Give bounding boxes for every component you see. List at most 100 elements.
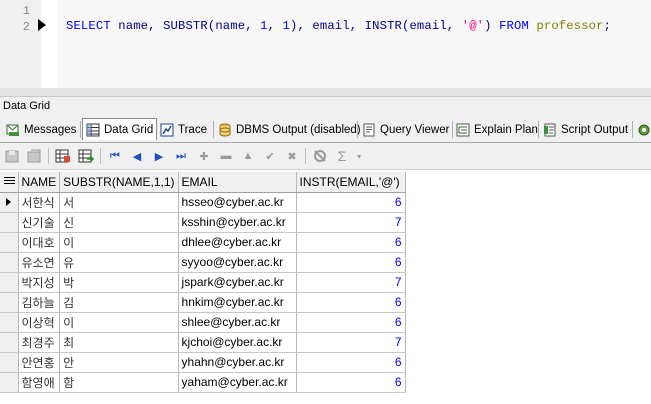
table-row[interactable]: 신기술 신 ksshin@cyber.ac.kr 7 bbox=[0, 212, 406, 233]
overflow-tab-icon[interactable] bbox=[637, 123, 651, 137]
cell-name[interactable]: 함영애 bbox=[18, 372, 61, 393]
cell-email[interactable]: hsseo@cyber.ac.kr bbox=[178, 192, 297, 213]
edit-record-button[interactable]: ▲ bbox=[240, 148, 256, 164]
cell-instr[interactable]: 6 bbox=[296, 192, 406, 213]
row-indicator[interactable] bbox=[0, 332, 19, 353]
row-indicator[interactable] bbox=[0, 272, 19, 293]
sql-token: , bbox=[148, 19, 164, 33]
cell-instr[interactable]: 6 bbox=[296, 252, 406, 273]
cell-email[interactable]: dhlee@cyber.ac.kr bbox=[178, 232, 297, 253]
chevron-down-icon[interactable]: ▾ bbox=[351, 148, 367, 164]
cancel-edit-button[interactable]: ✖ bbox=[284, 148, 300, 164]
code-area[interactable] bbox=[58, 0, 651, 88]
row-indicator[interactable] bbox=[0, 292, 19, 313]
row-indicator[interactable] bbox=[0, 252, 19, 273]
cell-name[interactable]: 김하늘 bbox=[18, 292, 61, 313]
import-grid-icon[interactable] bbox=[78, 148, 94, 164]
cell-name[interactable]: 최경주 bbox=[18, 332, 61, 353]
table-row[interactable]: 김하늘 김 hnkim@cyber.ac.kr 6 bbox=[0, 292, 406, 313]
cell-instr[interactable]: 6 bbox=[296, 352, 406, 373]
grid-menu-icon[interactable] bbox=[0, 172, 19, 193]
tab-query-viewer[interactable]: Query Viewer bbox=[362, 120, 449, 140]
table-row[interactable]: 함영애 함 yaham@cyber.ac.kr 6 bbox=[0, 372, 406, 393]
prev-record-button[interactable]: ◀ bbox=[129, 148, 145, 164]
data-grid[interactable]: NAME SUBSTR(NAME,1,1) EMAIL INSTR(EMAIL,… bbox=[0, 170, 651, 404]
tab-dbms-output[interactable]: DBMS Output (disabled) bbox=[218, 120, 361, 140]
table-row[interactable]: 유소연 유 syyoo@cyber.ac.kr 6 bbox=[0, 252, 406, 273]
cell-substr[interactable]: 신 bbox=[59, 212, 179, 233]
cell-email[interactable]: yhahn@cyber.ac.kr bbox=[178, 352, 297, 373]
save-icon[interactable] bbox=[4, 148, 20, 164]
tab-explain-plan[interactable]: Explain Plan bbox=[456, 120, 538, 140]
tab-data-grid[interactable]: Data Grid bbox=[82, 118, 158, 140]
column-header-instr[interactable]: INSTR(EMAIL,'@') bbox=[296, 172, 406, 193]
insert-record-button[interactable]: ✚ bbox=[196, 148, 212, 164]
column-header-substr[interactable]: SUBSTR(NAME,1,1) bbox=[59, 172, 179, 193]
line-number-gutter: 1 2 bbox=[0, 0, 41, 88]
cell-instr[interactable]: 6 bbox=[296, 232, 406, 253]
cell-substr[interactable]: 함 bbox=[59, 372, 179, 393]
tab-label: Query Viewer bbox=[380, 124, 450, 136]
table-row[interactable]: 박지성 박 jspark@cyber.ac.kr 7 bbox=[0, 272, 406, 293]
cell-instr[interactable]: 6 bbox=[296, 292, 406, 313]
cell-name[interactable]: 신기술 bbox=[18, 212, 61, 233]
cell-name[interactable]: 이대호 bbox=[18, 232, 61, 253]
table-row[interactable]: 최경주 최 kjchoi@cyber.ac.kr 7 bbox=[0, 332, 406, 353]
row-indicator[interactable] bbox=[0, 212, 19, 233]
export-grid-icon[interactable] bbox=[55, 148, 71, 164]
cell-email[interactable]: hnkim@cyber.ac.kr bbox=[178, 292, 297, 313]
cell-name[interactable]: 유소연 bbox=[18, 252, 61, 273]
cell-substr[interactable]: 유 bbox=[59, 252, 179, 273]
next-record-button[interactable]: ▶ bbox=[151, 148, 167, 164]
cell-substr[interactable]: 안 bbox=[59, 352, 179, 373]
post-edit-button[interactable]: ✔ bbox=[262, 148, 278, 164]
cell-substr[interactable]: 박 bbox=[59, 272, 179, 293]
table-row[interactable]: 이상혁 이 shlee@cyber.ac.kr 6 bbox=[0, 312, 406, 333]
cell-substr[interactable]: 서 bbox=[59, 192, 179, 213]
cell-instr[interactable]: 6 bbox=[296, 372, 406, 393]
sql-token: , bbox=[446, 19, 462, 33]
sql-token: 1 bbox=[282, 19, 290, 33]
cell-email[interactable]: shlee@cyber.ac.kr bbox=[178, 312, 297, 333]
cell-instr[interactable]: 7 bbox=[296, 212, 406, 233]
row-indicator[interactable] bbox=[0, 372, 19, 393]
cell-email[interactable]: yaham@cyber.ac.kr bbox=[178, 372, 297, 393]
row-indicator[interactable] bbox=[0, 312, 19, 333]
tab-messages[interactable]: Messages bbox=[6, 120, 76, 140]
cell-substr[interactable]: 이 bbox=[59, 232, 179, 253]
cell-instr[interactable]: 7 bbox=[296, 272, 406, 293]
cell-email[interactable]: ksshin@cyber.ac.kr bbox=[178, 212, 297, 233]
row-indicator[interactable] bbox=[0, 192, 19, 213]
cell-name[interactable]: 서한식 bbox=[18, 192, 61, 213]
cell-substr[interactable]: 김 bbox=[59, 292, 179, 313]
cell-name[interactable]: 이상혁 bbox=[18, 312, 61, 333]
row-indicator[interactable] bbox=[0, 232, 19, 253]
splitter[interactable] bbox=[0, 88, 651, 97]
cell-email[interactable]: syyoo@cyber.ac.kr bbox=[178, 252, 297, 273]
cell-instr[interactable]: 7 bbox=[296, 332, 406, 353]
table-row[interactable]: 안연홍 안 yhahn@cyber.ac.kr 6 bbox=[0, 352, 406, 373]
sql-token: name bbox=[118, 19, 149, 33]
cell-instr[interactable]: 6 bbox=[296, 312, 406, 333]
sql-editor[interactable]: 1 2 SELECT name, SUBSTR(name, 1, 1), ema… bbox=[0, 0, 651, 88]
cell-substr[interactable]: 이 bbox=[59, 312, 179, 333]
table-row[interactable]: 이대호 이 dhlee@cyber.ac.kr 6 bbox=[0, 232, 406, 253]
cell-email[interactable]: kjchoi@cyber.ac.kr bbox=[178, 332, 297, 353]
delete-record-button[interactable]: ▬ bbox=[218, 148, 234, 164]
tab-trace[interactable]: Trace bbox=[160, 120, 207, 140]
cell-name[interactable]: 박지성 bbox=[18, 272, 61, 293]
row-indicator[interactable] bbox=[0, 352, 19, 373]
column-header-name[interactable]: NAME bbox=[18, 172, 61, 193]
last-record-button[interactable]: ⏭ bbox=[173, 148, 189, 164]
cell-substr[interactable]: 최 bbox=[59, 332, 179, 353]
save-all-icon[interactable] bbox=[26, 148, 42, 164]
column-header-email[interactable]: EMAIL bbox=[178, 172, 297, 193]
refresh-icon[interactable] bbox=[312, 148, 328, 164]
cell-email[interactable]: jspark@cyber.ac.kr bbox=[178, 272, 297, 293]
sum-icon[interactable]: Σ bbox=[334, 148, 350, 164]
tab-script-output[interactable]: Script Output bbox=[543, 120, 628, 140]
cell-name[interactable]: 안연홍 bbox=[18, 352, 61, 373]
sql-statement[interactable]: SELECT name, SUBSTR(name, 1, 1), email, … bbox=[66, 19, 611, 33]
table-row[interactable]: 서한식 서 hsseo@cyber.ac.kr 6 bbox=[0, 192, 406, 213]
first-record-button[interactable]: ⏮ bbox=[107, 148, 123, 164]
